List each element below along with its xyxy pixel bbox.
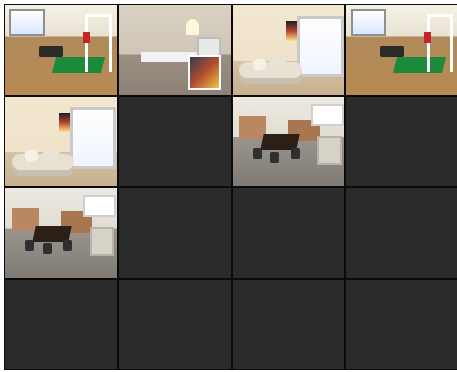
- room-pillow: [251, 57, 267, 71]
- camera-tile-10[interactable]: [118, 188, 231, 278]
- camera-tile-8[interactable]: [346, 96, 457, 186]
- camera-tile-16[interactable]: [346, 279, 457, 369]
- camera-wall: [4, 4, 457, 370]
- desks-chair: [270, 151, 280, 163]
- room-poster: [58, 112, 70, 133]
- gym-rack: [85, 13, 112, 73]
- camera-feed-7: [232, 96, 345, 186]
- camera-feed-5: [5, 96, 117, 186]
- gym-window: [9, 8, 45, 36]
- camera-tile-9[interactable]: [5, 188, 117, 278]
- camera-feed-3: [232, 5, 345, 95]
- camera-tile-1[interactable]: [5, 5, 117, 95]
- office-lamp: [185, 19, 200, 36]
- camera-tile-4[interactable]: [346, 5, 457, 95]
- desks-shelf: [317, 135, 342, 165]
- office-poster: [188, 55, 222, 90]
- camera-feed-9: [5, 188, 117, 278]
- gym-bench: [38, 46, 64, 57]
- gym-window: [350, 8, 386, 36]
- desks-window: [83, 195, 117, 218]
- camera-tile-15[interactable]: [232, 279, 345, 369]
- desks-chair: [63, 239, 73, 251]
- gym-red-equipment: [424, 31, 432, 43]
- camera-grid: [5, 5, 457, 369]
- room-pillow: [269, 55, 288, 71]
- camera-tile-5[interactable]: [5, 96, 117, 186]
- desks-chair: [252, 148, 262, 160]
- camera-tile-11[interactable]: [232, 188, 345, 278]
- desks-chair: [290, 148, 300, 160]
- camera-feed-4: [346, 5, 457, 95]
- room-window: [297, 15, 344, 78]
- camera-tile-12[interactable]: [346, 188, 457, 278]
- camera-tile-3[interactable]: [232, 5, 345, 95]
- desks-chair: [42, 243, 52, 255]
- desks-partition: [239, 116, 267, 140]
- camera-tile-6[interactable]: [118, 96, 231, 186]
- desks-window: [310, 103, 344, 126]
- desks-chair: [25, 239, 35, 251]
- camera-tile-13[interactable]: [5, 279, 117, 369]
- camera-feed-1: [5, 5, 117, 95]
- camera-feed-2: [118, 5, 231, 95]
- camera-tile-7[interactable]: [232, 96, 345, 186]
- desks-shelf: [89, 227, 115, 257]
- gym-red-equipment: [83, 31, 90, 43]
- room-poster: [286, 21, 298, 41]
- gym-rack: [426, 13, 453, 73]
- camera-tile-2[interactable]: [118, 5, 231, 95]
- room-window: [69, 107, 117, 169]
- camera-tile-14[interactable]: [118, 279, 231, 369]
- gym-bench: [379, 46, 405, 57]
